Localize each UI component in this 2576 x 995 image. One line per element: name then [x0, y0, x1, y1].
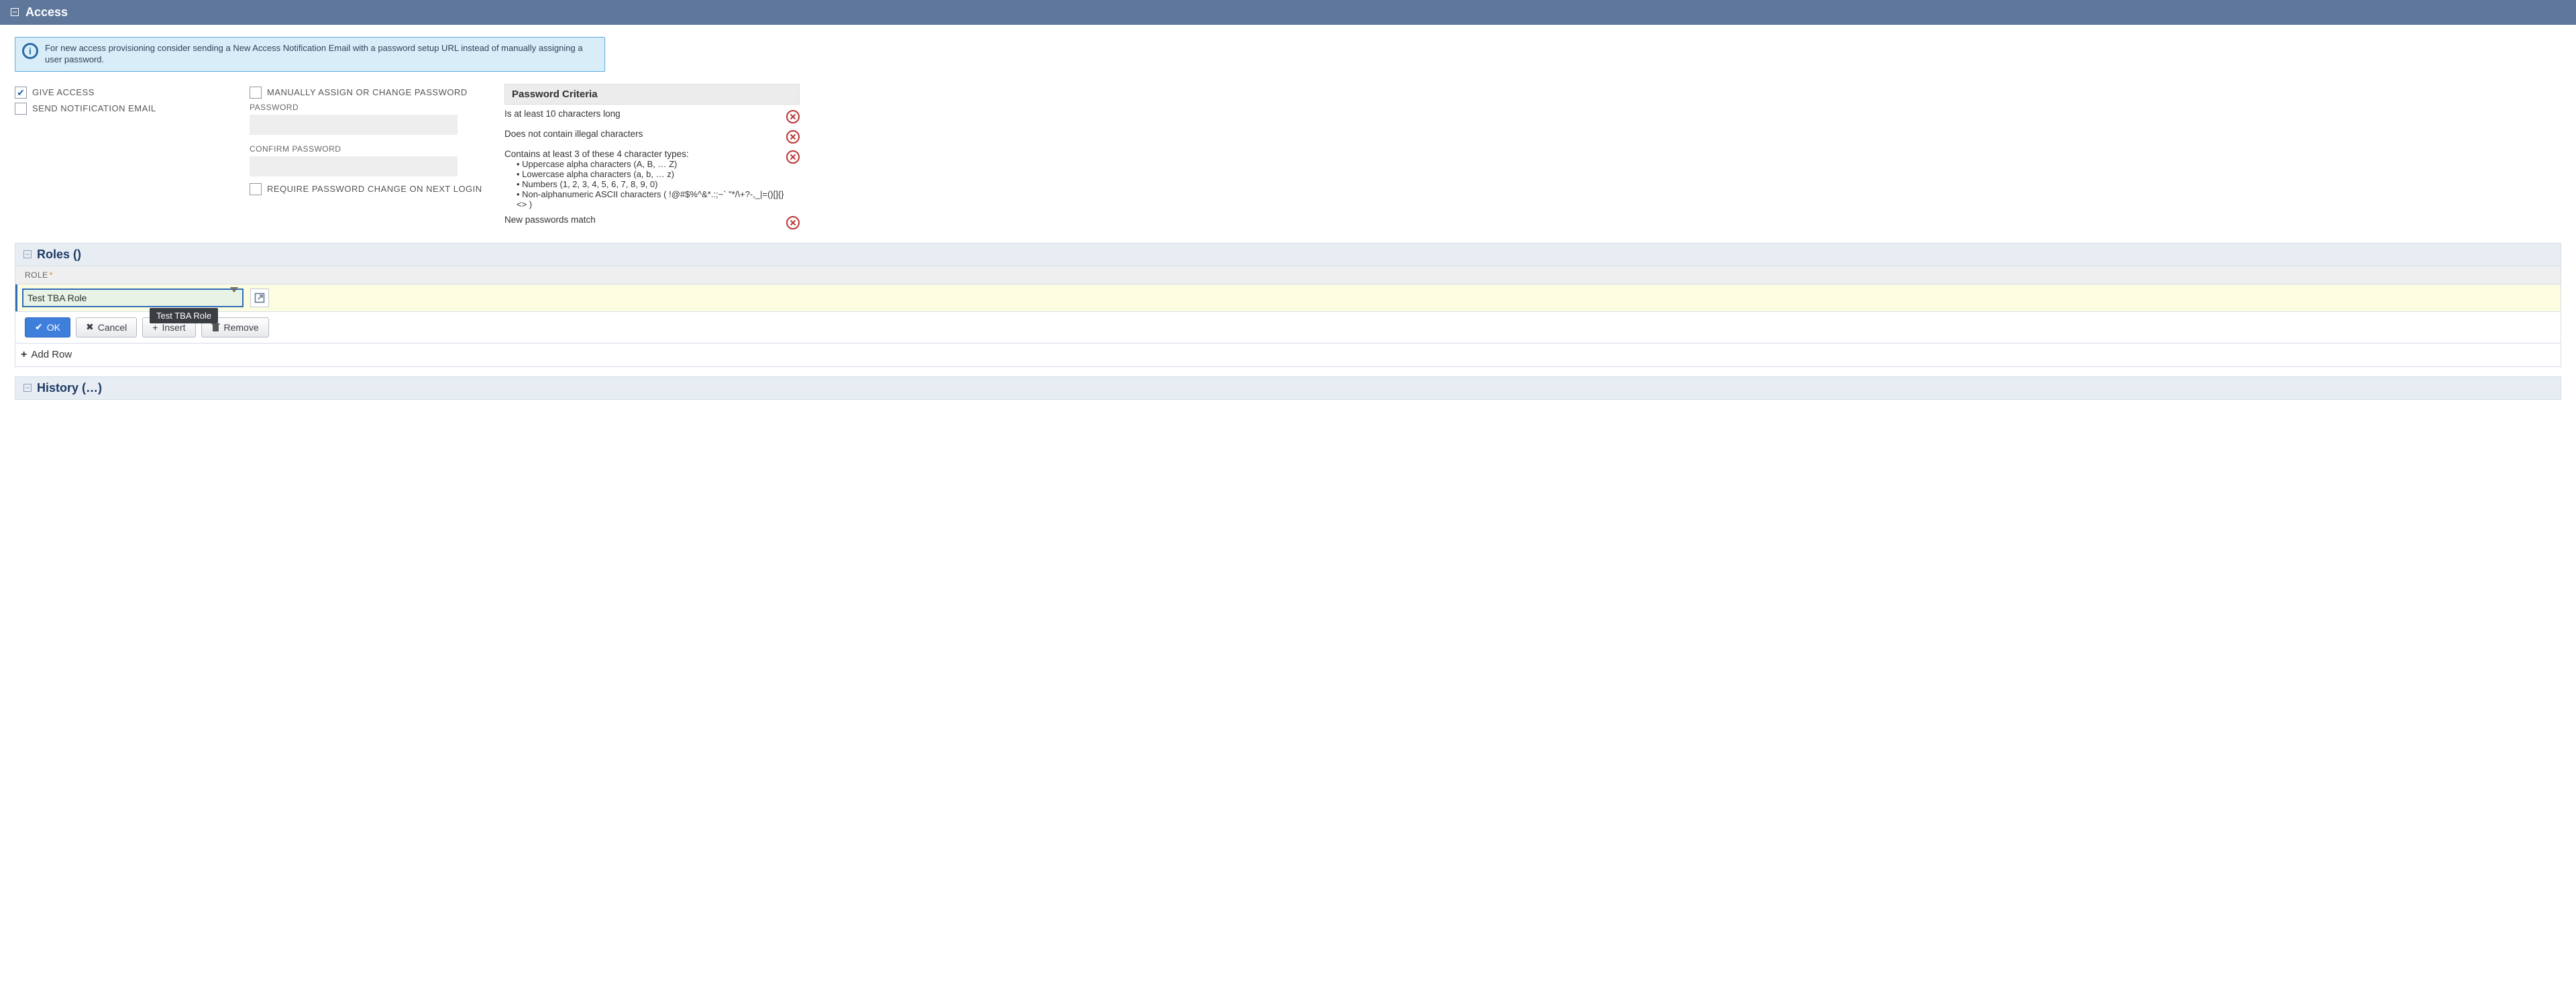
require-change-row[interactable]: REQUIRE PASSWORD CHANGE ON NEXT LOGIN — [250, 183, 504, 195]
plus-icon: + — [21, 349, 27, 361]
roles-title: Roles () — [37, 248, 81, 262]
confirm-password-label: CONFIRM PASSWORD — [250, 144, 504, 154]
history-header[interactable]: History (…) — [15, 377, 2561, 399]
roles-section: Roles () ROLE* Test TBA Role ✔ OK ✖ Canc… — [15, 243, 2561, 367]
give-access-checkbox[interactable] — [15, 87, 27, 99]
x-icon: ✖ — [86, 321, 94, 333]
history-title: History (…) — [37, 381, 102, 395]
give-access-label: GIVE ACCESS — [32, 87, 95, 97]
collapse-icon[interactable] — [23, 381, 32, 395]
criteria-types: Contains at least 3 of these 4 character… — [504, 149, 786, 159]
check-icon: ✔ — [35, 321, 43, 333]
required-icon: * — [50, 270, 53, 280]
criteria-types-upper: • Uppercase alpha characters (A, B, … Z) — [504, 159, 786, 169]
tooltip: Test TBA Role — [150, 308, 218, 323]
remove-button-label: Remove — [224, 322, 259, 333]
criteria-types-lower: • Lowercase alpha characters (a, b, … z) — [504, 169, 786, 179]
give-access-row[interactable]: GIVE ACCESS — [15, 87, 250, 99]
password-label: PASSWORD — [250, 103, 504, 112]
criteria-illegal: Does not contain illegal characters — [504, 129, 786, 139]
manually-assign-label: MANUALLY ASSIGN OR CHANGE PASSWORD — [267, 87, 468, 97]
send-notification-label: SEND NOTIFICATION EMAIL — [32, 103, 156, 113]
add-row-label: Add Row — [31, 349, 72, 360]
add-row-button[interactable]: + Add Row — [15, 344, 2561, 366]
cancel-button-label: Cancel — [98, 322, 127, 333]
role-field-label: ROLE — [25, 270, 48, 280]
role-combobox-value: Test TBA Role — [28, 293, 87, 303]
info-icon: i — [22, 43, 38, 59]
fail-icon — [786, 216, 800, 229]
confirm-password-input[interactable] — [250, 156, 458, 176]
require-change-checkbox[interactable] — [250, 183, 262, 195]
collapse-icon[interactable] — [11, 5, 19, 19]
section-title-access: Access — [25, 5, 68, 19]
trash-icon — [211, 323, 220, 332]
role-combobox[interactable]: Test TBA Role — [22, 289, 244, 307]
chevron-down-icon[interactable] — [230, 293, 238, 303]
ok-button-label: OK — [47, 322, 60, 333]
send-notification-row[interactable]: SEND NOTIFICATION EMAIL — [15, 103, 250, 115]
section-header-access[interactable]: Access — [0, 0, 2576, 25]
manually-assign-checkbox[interactable] — [250, 87, 262, 99]
role-field-header: ROLE* — [15, 266, 2561, 284]
password-input[interactable] — [250, 115, 458, 135]
history-section: History (…) — [15, 376, 2561, 400]
password-criteria-header: Password Criteria — [504, 84, 800, 105]
send-notification-checkbox[interactable] — [15, 103, 27, 115]
ok-button[interactable]: ✔ OK — [25, 317, 70, 337]
insert-button-label: Insert — [162, 322, 185, 333]
collapse-icon[interactable] — [23, 248, 32, 262]
manually-assign-row[interactable]: MANUALLY ASSIGN OR CHANGE PASSWORD — [250, 87, 504, 99]
require-change-label: REQUIRE PASSWORD CHANGE ON NEXT LOGIN — [267, 184, 482, 194]
cancel-button[interactable]: ✖ Cancel — [76, 317, 137, 337]
criteria-match: New passwords match — [504, 215, 786, 225]
plus-icon: + — [152, 322, 158, 333]
criteria-length: Is at least 10 characters long — [504, 109, 786, 119]
fail-icon — [786, 110, 800, 123]
roles-header[interactable]: Roles () — [15, 244, 2561, 266]
role-edit-row: Test TBA Role — [15, 284, 2561, 312]
criteria-types-nonalpha: • Non-alphanumeric ASCII characters ( !@… — [504, 189, 786, 209]
open-record-button[interactable] — [250, 289, 269, 307]
criteria-types-numbers: • Numbers (1, 2, 3, 4, 5, 6, 7, 8, 9, 0) — [504, 179, 786, 189]
fail-icon — [786, 150, 800, 164]
info-banner: i For new access provisioning consider s… — [15, 37, 605, 72]
role-actions-row: ✔ OK ✖ Cancel + Insert Remove Test TBA R… — [15, 312, 2561, 344]
fail-icon — [786, 130, 800, 144]
info-text: For new access provisioning consider sen… — [45, 43, 598, 66]
